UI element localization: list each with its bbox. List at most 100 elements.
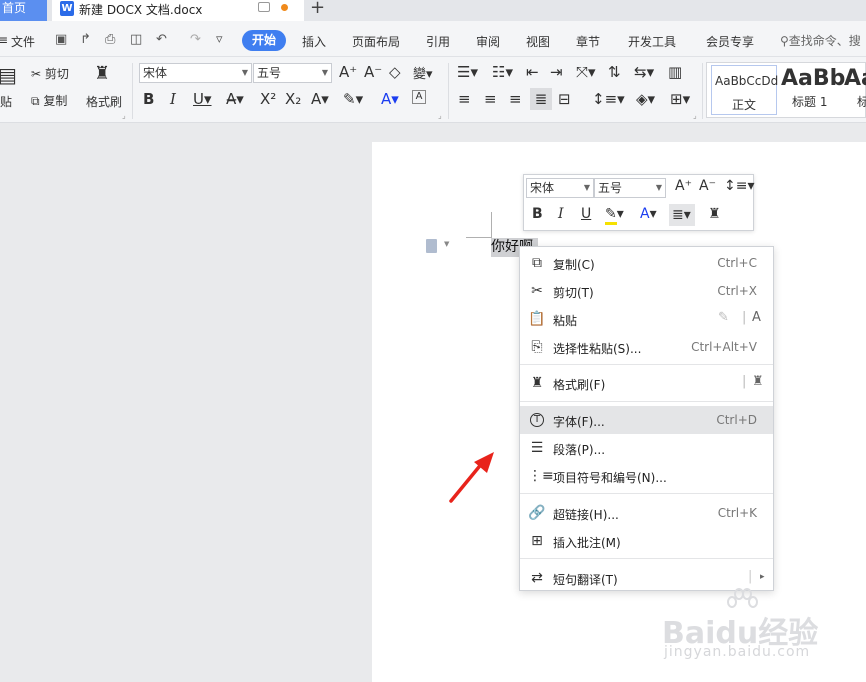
tab-member[interactable]: 会员专享 — [706, 33, 754, 50]
font-expand-icon[interactable]: ⌟ — [438, 111, 442, 120]
italic-icon[interactable]: I — [558, 206, 564, 222]
clipboard-expand-icon[interactable]: ⌟ — [122, 111, 126, 120]
clear-format-icon[interactable]: ◇ — [389, 63, 401, 81]
char-border-icon[interactable]: A — [412, 90, 426, 104]
copy-button[interactable]: ⧉ 复制 — [31, 92, 67, 109]
align-left-icon[interactable]: ≡ — [458, 90, 471, 108]
paste-icon[interactable]: ▤ — [0, 63, 17, 87]
menu-item-insert-comment[interactable]: ⊞ 插入批注(M) — [520, 527, 773, 555]
align-center-icon[interactable]: ≡ — [484, 90, 497, 108]
home-tab[interactable]: 首页 — [0, 0, 47, 21]
distributed-icon[interactable]: ⊟ — [558, 90, 571, 108]
tab-references[interactable]: 引用 — [426, 33, 450, 50]
show-hide-marks-icon[interactable]: ⇆▾ — [634, 63, 654, 81]
format-painter-icon[interactable]: ♜ — [708, 206, 721, 222]
menu-item-label: 项目符号和编号(N)... — [553, 471, 667, 485]
sort-icon[interactable]: ⇅ — [608, 63, 621, 81]
underline-icon[interactable]: U — [581, 206, 591, 222]
menu-item-bullets-numbering[interactable]: ⋮≡ 项目符号和编号(N)... — [520, 462, 773, 490]
borders-icon[interactable]: ⊞▾ — [670, 90, 690, 108]
tab-chapter[interactable]: 章节 — [576, 33, 600, 50]
floating-mini-toolbar: 宋体 ▼ 五号 ▼ A⁺ A⁻ ↕≡▾ B I U ✎▾ A▾ ≣▾ ♜ — [523, 174, 755, 231]
menu-item-copy[interactable]: ⧉ 复制(C) Ctrl+C — [520, 249, 773, 277]
export-icon[interactable]: ↱ — [80, 32, 94, 47]
bold-icon[interactable]: B — [532, 206, 543, 222]
chinese-layout-icon[interactable]: ⤧▾ — [576, 63, 596, 81]
font-name-value: 宋体 — [530, 181, 555, 195]
increase-indent-icon[interactable]: ⇥ — [550, 63, 563, 81]
format-painter-multi-icon[interactable]: ♜ — [752, 374, 764, 389]
justify-icon[interactable]: ≣ — [530, 88, 552, 110]
shading-icon[interactable]: ◈▾ — [636, 90, 655, 108]
paste-button-label[interactable]: 贴 — [0, 93, 12, 110]
undo-icon[interactable]: ↶ — [156, 32, 170, 47]
mini-font-name-select[interactable]: 宋体 ▼ — [526, 178, 594, 198]
document-tab[interactable]: W 新建 DOCX 文档.docx — [52, 0, 304, 21]
menu-item-paste-special[interactable]: ⎘ 选择性粘贴(S)... Ctrl+Alt+V — [520, 333, 773, 361]
print-preview-icon[interactable]: ◫ — [130, 32, 144, 47]
paste-keep-format-icon[interactable]: ✎ — [718, 310, 729, 325]
paste-text-only-icon[interactable]: A — [752, 310, 761, 325]
chevron-down-icon[interactable]: ▼ — [444, 240, 449, 248]
justify-icon[interactable]: ≣▾ — [669, 204, 695, 226]
monitor-icon[interactable] — [258, 2, 270, 12]
font-color-icon[interactable]: A▾ — [381, 90, 399, 108]
numbered-list-icon[interactable]: ☷▾ — [492, 63, 513, 81]
text-effect-icon[interactable]: A▾ — [311, 90, 329, 108]
new-tab-button[interactable]: + — [310, 0, 325, 18]
menu-bar: ≡ 文件 ▣ ↱ ⎙ ◫ ↶ ↷ ▿ 开始 插入 页面布局 引用 审阅 视图 章… — [0, 21, 866, 57]
menu-item-label: 插入批注(M) — [553, 536, 621, 550]
align-right-icon[interactable]: ≡ — [509, 90, 522, 108]
menu-item-paragraph[interactable]: ☰ 段落(P)... — [520, 434, 773, 462]
menu-item-hyperlink[interactable]: 🔗 超链接(H)... Ctrl+K — [520, 499, 773, 527]
tab-review[interactable]: 审阅 — [476, 33, 500, 50]
highlight-color-icon[interactable]: ✎▾ — [343, 90, 363, 108]
menu-item-label: 剪切(T) — [553, 286, 594, 300]
paragraph-expand-icon[interactable]: ⌟ — [693, 111, 697, 120]
cut-button[interactable]: ✂ 剪切 — [31, 65, 69, 82]
menu-item-paste[interactable]: 📋 粘贴 ✎ | A — [520, 305, 773, 333]
decrease-indent-icon[interactable]: ⇤ — [526, 63, 539, 81]
tab-view[interactable]: 视图 — [526, 33, 550, 50]
quick-access-dropdown-icon[interactable]: ▿ — [216, 32, 230, 47]
shrink-font-icon[interactable]: A⁻ — [699, 178, 716, 194]
bold-icon[interactable]: B — [143, 90, 154, 108]
tab-developer[interactable]: 开发工具 — [628, 33, 676, 50]
underline-icon[interactable]: U▾ — [193, 90, 212, 108]
tab-start[interactable]: 开始 — [242, 30, 286, 51]
bullet-list-icon[interactable]: ☰▾ — [457, 63, 478, 81]
menu-item-format-painter[interactable]: ♜ 格式刷(F) | ♜ — [520, 369, 773, 397]
superscript-icon[interactable]: X² — [260, 90, 276, 108]
subscript-icon[interactable]: X₂ — [285, 90, 301, 108]
format-painter-icon[interactable]: ♜ — [94, 63, 110, 84]
shrink-font-icon[interactable]: A⁻ — [364, 63, 382, 81]
font-size-select[interactable]: 五号 ▼ — [253, 63, 332, 83]
style-normal[interactable]: AaBbCcDd 正文 — [711, 65, 778, 115]
menu-item-font[interactable]: T 字体(F)... Ctrl+D — [520, 406, 773, 434]
word-doc-icon: W — [60, 1, 74, 16]
phonetic-guide-icon[interactable]: 變▾ — [413, 63, 433, 82]
menu-item-cut[interactable]: ✂ 剪切(T) Ctrl+X — [520, 277, 773, 305]
tab-page-layout[interactable]: 页面布局 — [352, 33, 400, 50]
save-icon[interactable]: ▣ — [55, 32, 69, 47]
tab-stops-icon[interactable]: ▥ — [668, 63, 682, 81]
print-icon[interactable]: ⎙ — [105, 32, 119, 47]
line-spacing-icon[interactable]: ↕≡▾ — [724, 178, 755, 194]
hamburger-icon[interactable]: ≡ — [0, 33, 8, 47]
menu-file[interactable]: 文件 — [11, 33, 35, 50]
format-painter-label[interactable]: 格式刷 — [86, 93, 122, 110]
font-color-icon[interactable]: A▾ — [640, 206, 657, 222]
grow-font-icon[interactable]: A⁺ — [675, 178, 692, 194]
line-spacing-icon[interactable]: ↕≡▾ — [592, 90, 625, 108]
font-size-value: 五号 — [598, 181, 623, 195]
italic-icon[interactable]: I — [170, 90, 176, 108]
redo-icon[interactable]: ↷ — [190, 32, 204, 47]
paragraph-handle-icon[interactable] — [426, 239, 437, 253]
mini-font-size-select[interactable]: 五号 ▼ — [594, 178, 666, 198]
tab-insert[interactable]: 插入 — [302, 33, 326, 50]
font-name-select[interactable]: 宋体 ▼ — [139, 63, 252, 83]
highlight-color-icon[interactable]: ✎▾ — [605, 206, 624, 225]
strikethrough-icon[interactable]: A̶▾ — [226, 90, 244, 108]
grow-font-icon[interactable]: A⁺ — [339, 63, 357, 81]
command-search[interactable]: ⚲查找命令、搜 — [780, 32, 861, 49]
